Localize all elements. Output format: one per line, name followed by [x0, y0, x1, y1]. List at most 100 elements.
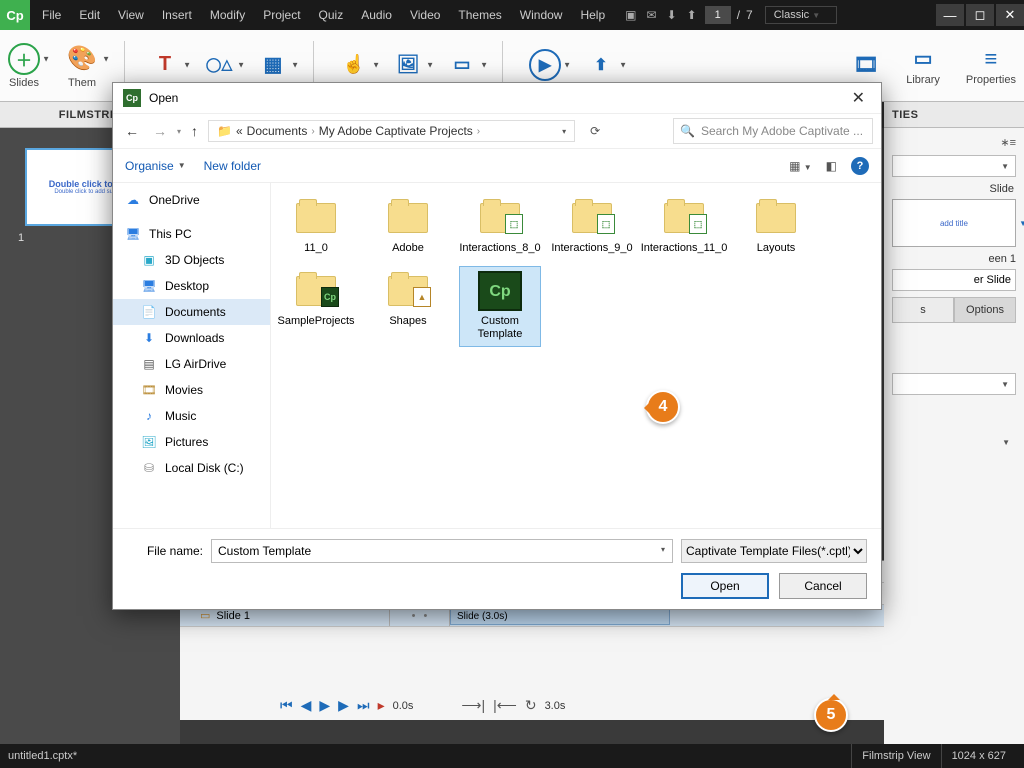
- sidebar-this-pc[interactable]: 🖥This PC: [113, 221, 270, 247]
- tab-style[interactable]: s: [892, 297, 954, 323]
- preview-tool[interactable]: ▶▼: [529, 49, 561, 83]
- chevron-down-icon: ▼: [426, 60, 434, 69]
- slides-tool[interactable]: ＋▼ Slides: [8, 43, 40, 89]
- sidebar-desktop[interactable]: 🖥Desktop: [113, 273, 270, 299]
- folder-shapes[interactable]: ▲Shapes: [367, 266, 449, 346]
- new-folder-button[interactable]: New folder: [204, 159, 261, 173]
- callout-5: 5: [814, 698, 848, 732]
- filename-input[interactable]: [211, 539, 673, 563]
- folder-sample-projects[interactable]: CpSampleProjects: [275, 266, 357, 346]
- objects-tool[interactable]: ▦▼: [259, 52, 287, 80]
- sidebar-downloads[interactable]: ⬇Downloads: [113, 325, 270, 351]
- interactions-tool[interactable]: ☝▼: [340, 52, 368, 80]
- menu-file[interactable]: File: [34, 4, 69, 26]
- folder-interactions-9-0[interactable]: ⬚Interactions_9_0: [551, 193, 633, 260]
- chevron-down-icon[interactable]: ▾: [661, 545, 665, 554]
- menu-help[interactable]: Help: [572, 4, 613, 26]
- menu-project[interactable]: Project: [255, 4, 308, 26]
- breadcrumb-documents[interactable]: Documents: [247, 124, 308, 138]
- close-window-button[interactable]: ✕: [996, 4, 1024, 26]
- organise-menu[interactable]: Organise ▼: [125, 159, 186, 173]
- chevron-down-icon: ▼: [372, 60, 380, 69]
- menu-view[interactable]: View: [110, 4, 152, 26]
- chevron-down-icon[interactable]: ▾: [562, 127, 566, 136]
- reset-master-button[interactable]: [892, 269, 1016, 291]
- shapes-tool[interactable]: ◯△▼: [205, 52, 233, 80]
- menu-quiz[interactable]: Quiz: [311, 4, 352, 26]
- nav-up-icon[interactable]: ↑: [187, 121, 202, 141]
- page-total: 7: [746, 8, 753, 22]
- assets-tool[interactable]: 🎞: [852, 52, 880, 80]
- folder-adobe[interactable]: Adobe: [367, 193, 449, 260]
- menu-window[interactable]: Window: [512, 4, 571, 26]
- mail-icon[interactable]: ✉: [647, 8, 657, 22]
- menu-audio[interactable]: Audio: [353, 4, 400, 26]
- skip-end-icon[interactable]: ⏭: [357, 697, 370, 714]
- sidebar-3d-objects[interactable]: ▣3D Objects: [113, 247, 270, 273]
- dialog-close-button[interactable]: ✕: [846, 86, 871, 110]
- folder-layouts[interactable]: Layouts: [735, 193, 817, 260]
- text-tool[interactable]: T▼: [151, 52, 179, 80]
- sidebar-pictures[interactable]: 🖼Pictures: [113, 429, 270, 455]
- open-button[interactable]: Open: [681, 573, 769, 599]
- workspace-selector[interactable]: Classic ▼: [765, 6, 837, 24]
- breadcrumb[interactable]: 📁 « Documents › My Adobe Captivate Proje…: [208, 120, 575, 142]
- layout-icon[interactable]: ▣: [625, 8, 636, 22]
- panel-menu-icon[interactable]: ∗≡: [1000, 136, 1016, 149]
- sidebar-movies[interactable]: 🎞Movies: [113, 377, 270, 403]
- chevron-down-icon: ▼: [183, 60, 191, 69]
- panel-selector[interactable]: ▼: [892, 155, 1016, 177]
- sidebar-local-disk[interactable]: ⛁Local Disk (C:): [113, 455, 270, 481]
- publish-tool[interactable]: ⬆▼: [587, 52, 615, 80]
- sidebar-documents[interactable]: 📄Documents: [113, 299, 270, 325]
- refresh-icon[interactable]: ⟳: [581, 124, 609, 138]
- sidebar-onedrive[interactable]: ☁OneDrive: [113, 187, 270, 213]
- nav-history-icon[interactable]: ▾: [177, 127, 181, 136]
- menu-themes[interactable]: Themes: [450, 4, 509, 26]
- library-tool[interactable]: ▭ Library: [906, 46, 940, 86]
- media-tool[interactable]: 🖼▼: [394, 52, 422, 80]
- nav-forward-icon[interactable]: →: [149, 121, 171, 141]
- view-mode-icon[interactable]: ▦ ▼: [789, 159, 812, 173]
- menu-edit[interactable]: Edit: [71, 4, 108, 26]
- file-type-filter[interactable]: Captivate Template Files(*.cptl): [681, 539, 867, 563]
- properties-tool[interactable]: ≡ Properties: [966, 46, 1016, 86]
- page-current-input[interactable]: [705, 6, 731, 24]
- dialog-search-input[interactable]: 🔍 Search My Adobe Captivate ...: [673, 118, 873, 144]
- chevron-down-icon: ▼: [1019, 219, 1024, 228]
- step-fwd-icon[interactable]: ▶: [338, 697, 349, 714]
- panel-select-2[interactable]: ▼: [892, 373, 1016, 395]
- help-icon[interactable]: ?: [851, 157, 869, 175]
- sidebar-lg-airdrive[interactable]: ▤LG AirDrive: [113, 351, 270, 377]
- panel-select-3[interactable]: ▼: [892, 431, 1016, 453]
- folder-interactions-11-0[interactable]: ⬚Interactions_11_0: [643, 193, 725, 260]
- loop-icon[interactable]: ↻: [525, 697, 537, 714]
- record-tool[interactable]: ▭▼: [448, 52, 476, 80]
- skip-start-icon[interactable]: ⏮: [280, 697, 293, 714]
- dialog-nav: ← → ▾ ↑ 📁 « Documents › My Adobe Captiva…: [113, 113, 881, 149]
- cancel-button[interactable]: Cancel: [779, 573, 867, 599]
- tab-options[interactable]: Options: [954, 297, 1016, 323]
- breadcrumb-project-folder[interactable]: My Adobe Captivate Projects: [319, 124, 473, 138]
- dialog-titlebar: Cp Open ✕: [113, 83, 881, 113]
- chevron-down-icon: ▼: [1001, 162, 1009, 171]
- properties-panel: ∗≡ ▼ Slide add title ▼ een 1 s Options ▼…: [884, 128, 1024, 744]
- minimize-button[interactable]: —: [936, 4, 964, 26]
- nav-back-icon[interactable]: ←: [121, 121, 143, 141]
- sidebar-music[interactable]: ♪Music: [113, 403, 270, 429]
- preview-pane-icon[interactable]: ◧: [826, 159, 837, 173]
- menu-video[interactable]: Video: [402, 4, 448, 26]
- folder-11-0[interactable]: 11_0: [275, 193, 357, 260]
- file-label: Shapes: [389, 315, 426, 328]
- play-icon[interactable]: ▶: [319, 697, 330, 714]
- file-custom-template[interactable]: CpCustom Template: [459, 266, 541, 346]
- upload-icon[interactable]: ⬆: [687, 8, 697, 22]
- menu-modify[interactable]: Modify: [202, 4, 253, 26]
- menu-insert[interactable]: Insert: [154, 4, 200, 26]
- master-thumb[interactable]: add title ▼: [892, 199, 1016, 247]
- themes-tool[interactable]: 🎨▼ Them: [66, 43, 98, 89]
- download-icon[interactable]: ⬇: [667, 8, 677, 22]
- maximize-button[interactable]: ◻: [966, 4, 994, 26]
- folder-interactions-8-0[interactable]: ⬚Interactions_8_0: [459, 193, 541, 260]
- step-back-icon[interactable]: ◀: [301, 697, 312, 714]
